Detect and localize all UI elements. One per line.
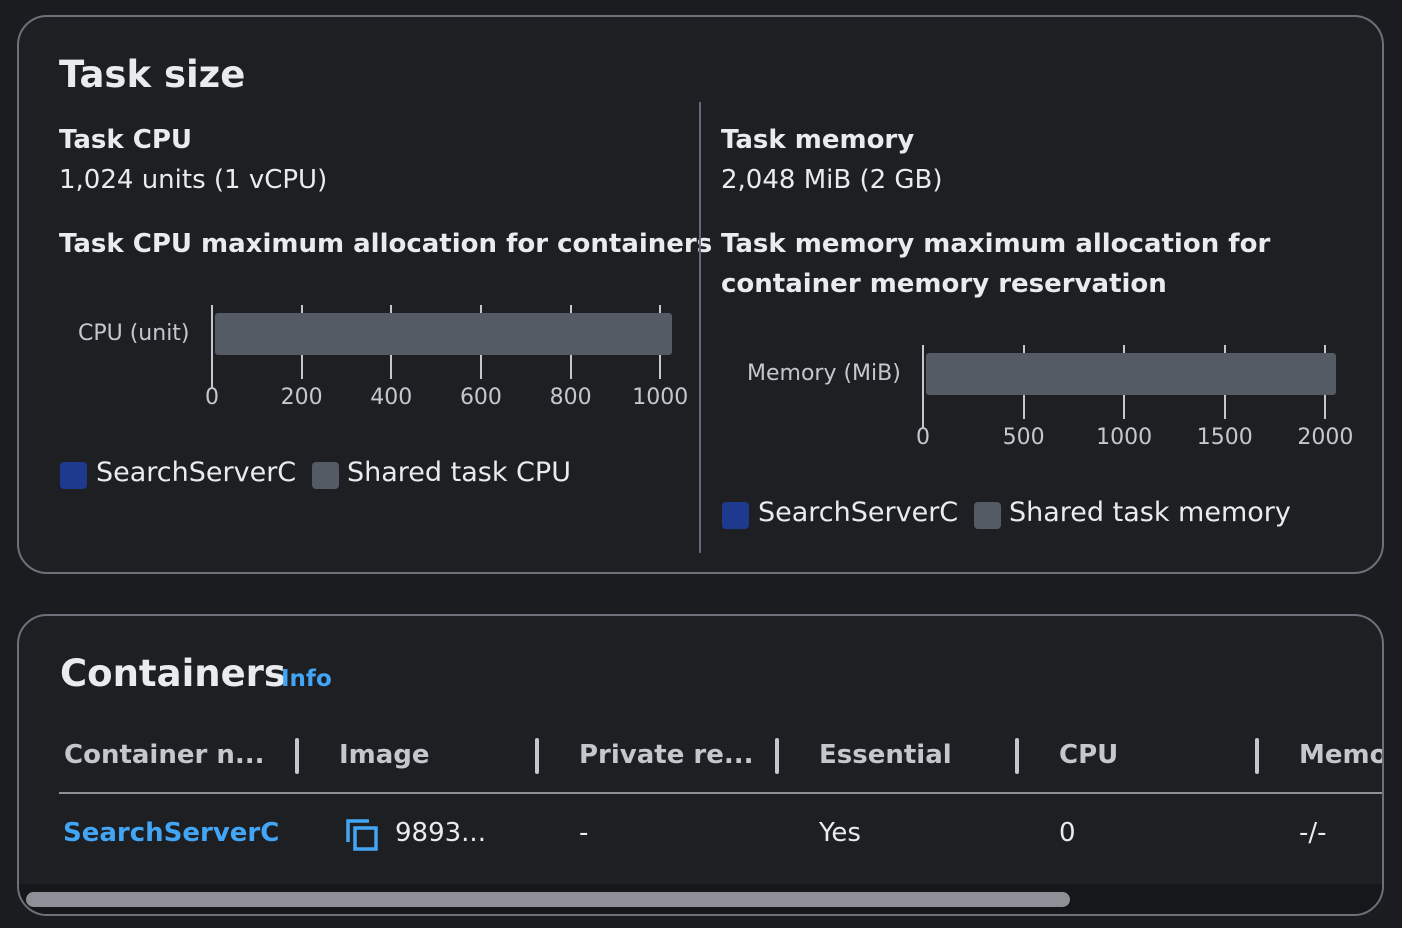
header-divider	[59, 792, 1382, 794]
column-resize-handle[interactable]	[295, 738, 299, 774]
image-value: 9893...	[395, 818, 486, 848]
legend-swatch-searchserverc-memory	[722, 502, 749, 529]
essential-value: Yes	[819, 818, 861, 848]
column-resize-handle[interactable]	[1015, 738, 1019, 774]
column-header-cpu[interactable]: CPU	[1059, 740, 1118, 770]
task-size-panel: Task size Task CPU 1,024 units (1 vCPU) …	[17, 15, 1384, 574]
column-header-private-registry[interactable]: Private re...	[579, 740, 753, 770]
scrollbar-thumb[interactable]	[26, 892, 1070, 907]
info-link[interactable]: Info	[281, 666, 332, 692]
column-header-image[interactable]: Image	[339, 740, 430, 770]
memory-tick-label: 1000	[1096, 425, 1153, 450]
column-resize-handle[interactable]	[775, 738, 779, 774]
memory-tick-bottom	[1022, 395, 1025, 419]
containers-panel: Containers Info Container n... Image Pri…	[17, 614, 1384, 916]
column-header-essential[interactable]: Essential	[819, 740, 952, 770]
scrollbar-track[interactable]	[19, 884, 1382, 914]
container-name-link[interactable]: SearchServerC	[63, 818, 279, 848]
memory-value: -/-	[1299, 818, 1327, 848]
memory-tick-label: 2000	[1297, 425, 1354, 450]
memory-tick-label: 500	[1002, 425, 1045, 450]
memory-bar-shared-task-memory[interactable]	[926, 353, 1336, 395]
memory-tick-label: 1500	[1196, 425, 1253, 450]
cpu-value: 0	[1059, 818, 1076, 848]
containers-title: Containers	[60, 652, 286, 695]
memory-tick-bottom	[1123, 395, 1126, 419]
memory-tick-top	[922, 345, 924, 429]
memory-tick-bottom	[1324, 395, 1327, 419]
memory-tick-label: 0	[916, 425, 930, 450]
column-header-memory[interactable]: Memo	[1299, 740, 1382, 770]
legend-label-shared-task-memory: Shared task memory	[1009, 497, 1291, 528]
copy-icon[interactable]	[345, 818, 379, 852]
column-resize-handle[interactable]	[535, 738, 539, 774]
memory-axis-label: Memory (MiB)	[747, 361, 901, 386]
legend-label-searchserverc-memory: SearchServerC	[758, 497, 959, 528]
legend-swatch-shared-task-memory	[974, 502, 1001, 529]
column-resize-handle[interactable]	[1255, 738, 1259, 774]
memory-tick-bottom	[1223, 395, 1226, 419]
column-header-container-name[interactable]: Container n...	[64, 740, 265, 770]
memory-allocation-chart: Memory (MiB) 0 500 1000 1500 2000	[19, 17, 1386, 576]
private-registry-value: -	[579, 818, 589, 848]
